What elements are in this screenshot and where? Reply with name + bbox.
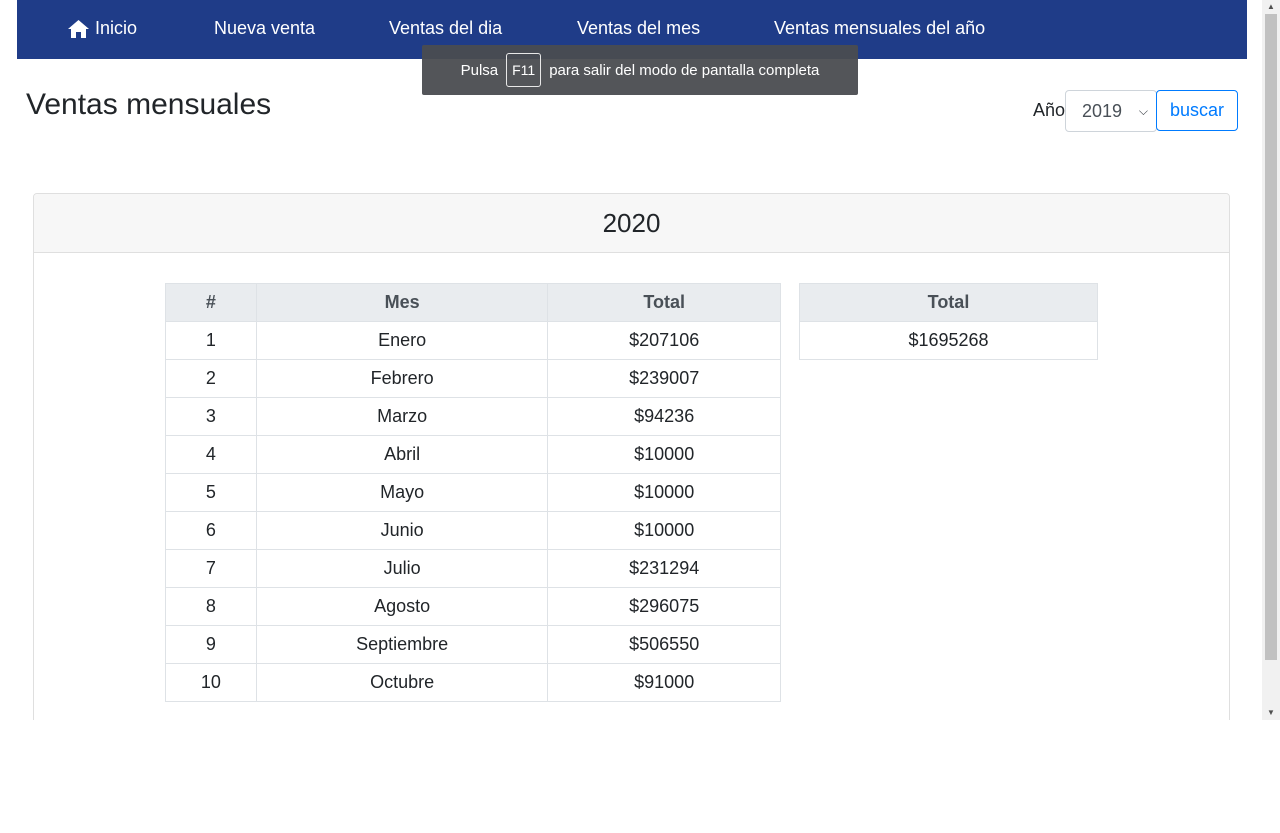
row-total: $296075 [547, 587, 781, 626]
row-total: $10000 [547, 511, 781, 550]
nav-inicio[interactable]: Inicio [68, 0, 137, 58]
row-total: $10000 [547, 473, 781, 512]
scroll-up-arrow-icon[interactable]: ▲ [1262, 0, 1280, 14]
total-value-row: $1695268 [799, 321, 1098, 360]
row-number: 9 [165, 625, 257, 664]
row-number: 4 [165, 435, 257, 474]
year-select-value: 2019 [1082, 101, 1123, 121]
column-header-month: Mes [255, 283, 549, 322]
row-number: 2 [165, 359, 257, 398]
vertical-scrollbar[interactable]: ▲ ▼ [1262, 0, 1280, 720]
row-number: 1 [165, 321, 257, 360]
row-total: $94236 [547, 397, 781, 436]
nav-inicio-label: Inicio [95, 18, 138, 38]
row-total: $91000 [547, 663, 781, 702]
row-month: Octubre [255, 663, 549, 702]
search-button[interactable]: buscar [1156, 90, 1238, 131]
table-row: 3 Marzo $94236 [165, 397, 781, 436]
table-row: 9 Septiembre $506550 [165, 625, 781, 664]
row-month: Marzo [255, 397, 549, 436]
scrollbar-thumb[interactable] [1265, 14, 1277, 660]
row-month: Mayo [255, 473, 549, 512]
scroll-down-arrow-icon[interactable]: ▼ [1262, 706, 1280, 720]
grand-total-table: Total $1695268 [799, 283, 1098, 360]
row-number: 6 [165, 511, 257, 550]
page-title: Ventas mensuales [26, 88, 272, 121]
table-header-row: # Mes Total [165, 283, 781, 322]
card-title: 2020 [34, 194, 1229, 253]
table-row: 10 Octubre $91000 [165, 663, 781, 702]
year-label: Año [1033, 100, 1066, 120]
row-number: 3 [165, 397, 257, 436]
column-header-number: # [165, 283, 257, 322]
row-total: $506550 [547, 625, 781, 664]
chevron-down-icon: ⌵ [1138, 104, 1148, 118]
row-month: Septiembre [255, 625, 549, 664]
row-number: 5 [165, 473, 257, 512]
row-total: $231294 [547, 549, 781, 588]
row-month: Junio [255, 511, 549, 550]
row-total: $10000 [547, 435, 781, 474]
row-total: $207106 [547, 321, 781, 360]
column-header-total: Total [547, 283, 781, 322]
row-month: Julio [255, 549, 549, 588]
table-row: 5 Mayo $10000 [165, 473, 781, 512]
grand-total-value: $1695268 [799, 321, 1098, 360]
row-number: 10 [165, 663, 257, 702]
table-row: 4 Abril $10000 [165, 435, 781, 474]
fullscreen-notification: Pulsa F11 para salir del modo de pantall… [422, 45, 858, 95]
table-row: 6 Junio $10000 [165, 511, 781, 550]
table-row: 7 Julio $231294 [165, 549, 781, 588]
row-total: $239007 [547, 359, 781, 398]
row-number: 8 [165, 587, 257, 626]
row-month: Enero [255, 321, 549, 360]
fullscreen-text-before: Pulsa [460, 61, 499, 79]
table-row: 2 Febrero $239007 [165, 359, 781, 398]
f11-key: F11 [506, 53, 542, 87]
row-month: Agosto [255, 587, 549, 626]
home-icon [68, 20, 89, 39]
row-month: Febrero [255, 359, 549, 398]
year-select[interactable]: 2019 ⌵ [1065, 90, 1157, 132]
viewport-bottom-area [0, 720, 1262, 833]
table-row: 1 Enero $207106 [165, 321, 781, 360]
row-month: Abril [255, 435, 549, 474]
total-header-row: Total [799, 283, 1098, 322]
monthly-sales-table: # Mes Total 1 Enero $207106 2 Febrero $23900… [165, 283, 781, 702]
fullscreen-text-after: para salir del modo de pantalla completa [549, 61, 820, 79]
grand-total-header: Total [799, 283, 1098, 322]
row-number: 7 [165, 549, 257, 588]
nav-nueva-venta[interactable]: Nueva venta [214, 0, 315, 58]
table-row: 8 Agosto $296075 [165, 587, 781, 626]
